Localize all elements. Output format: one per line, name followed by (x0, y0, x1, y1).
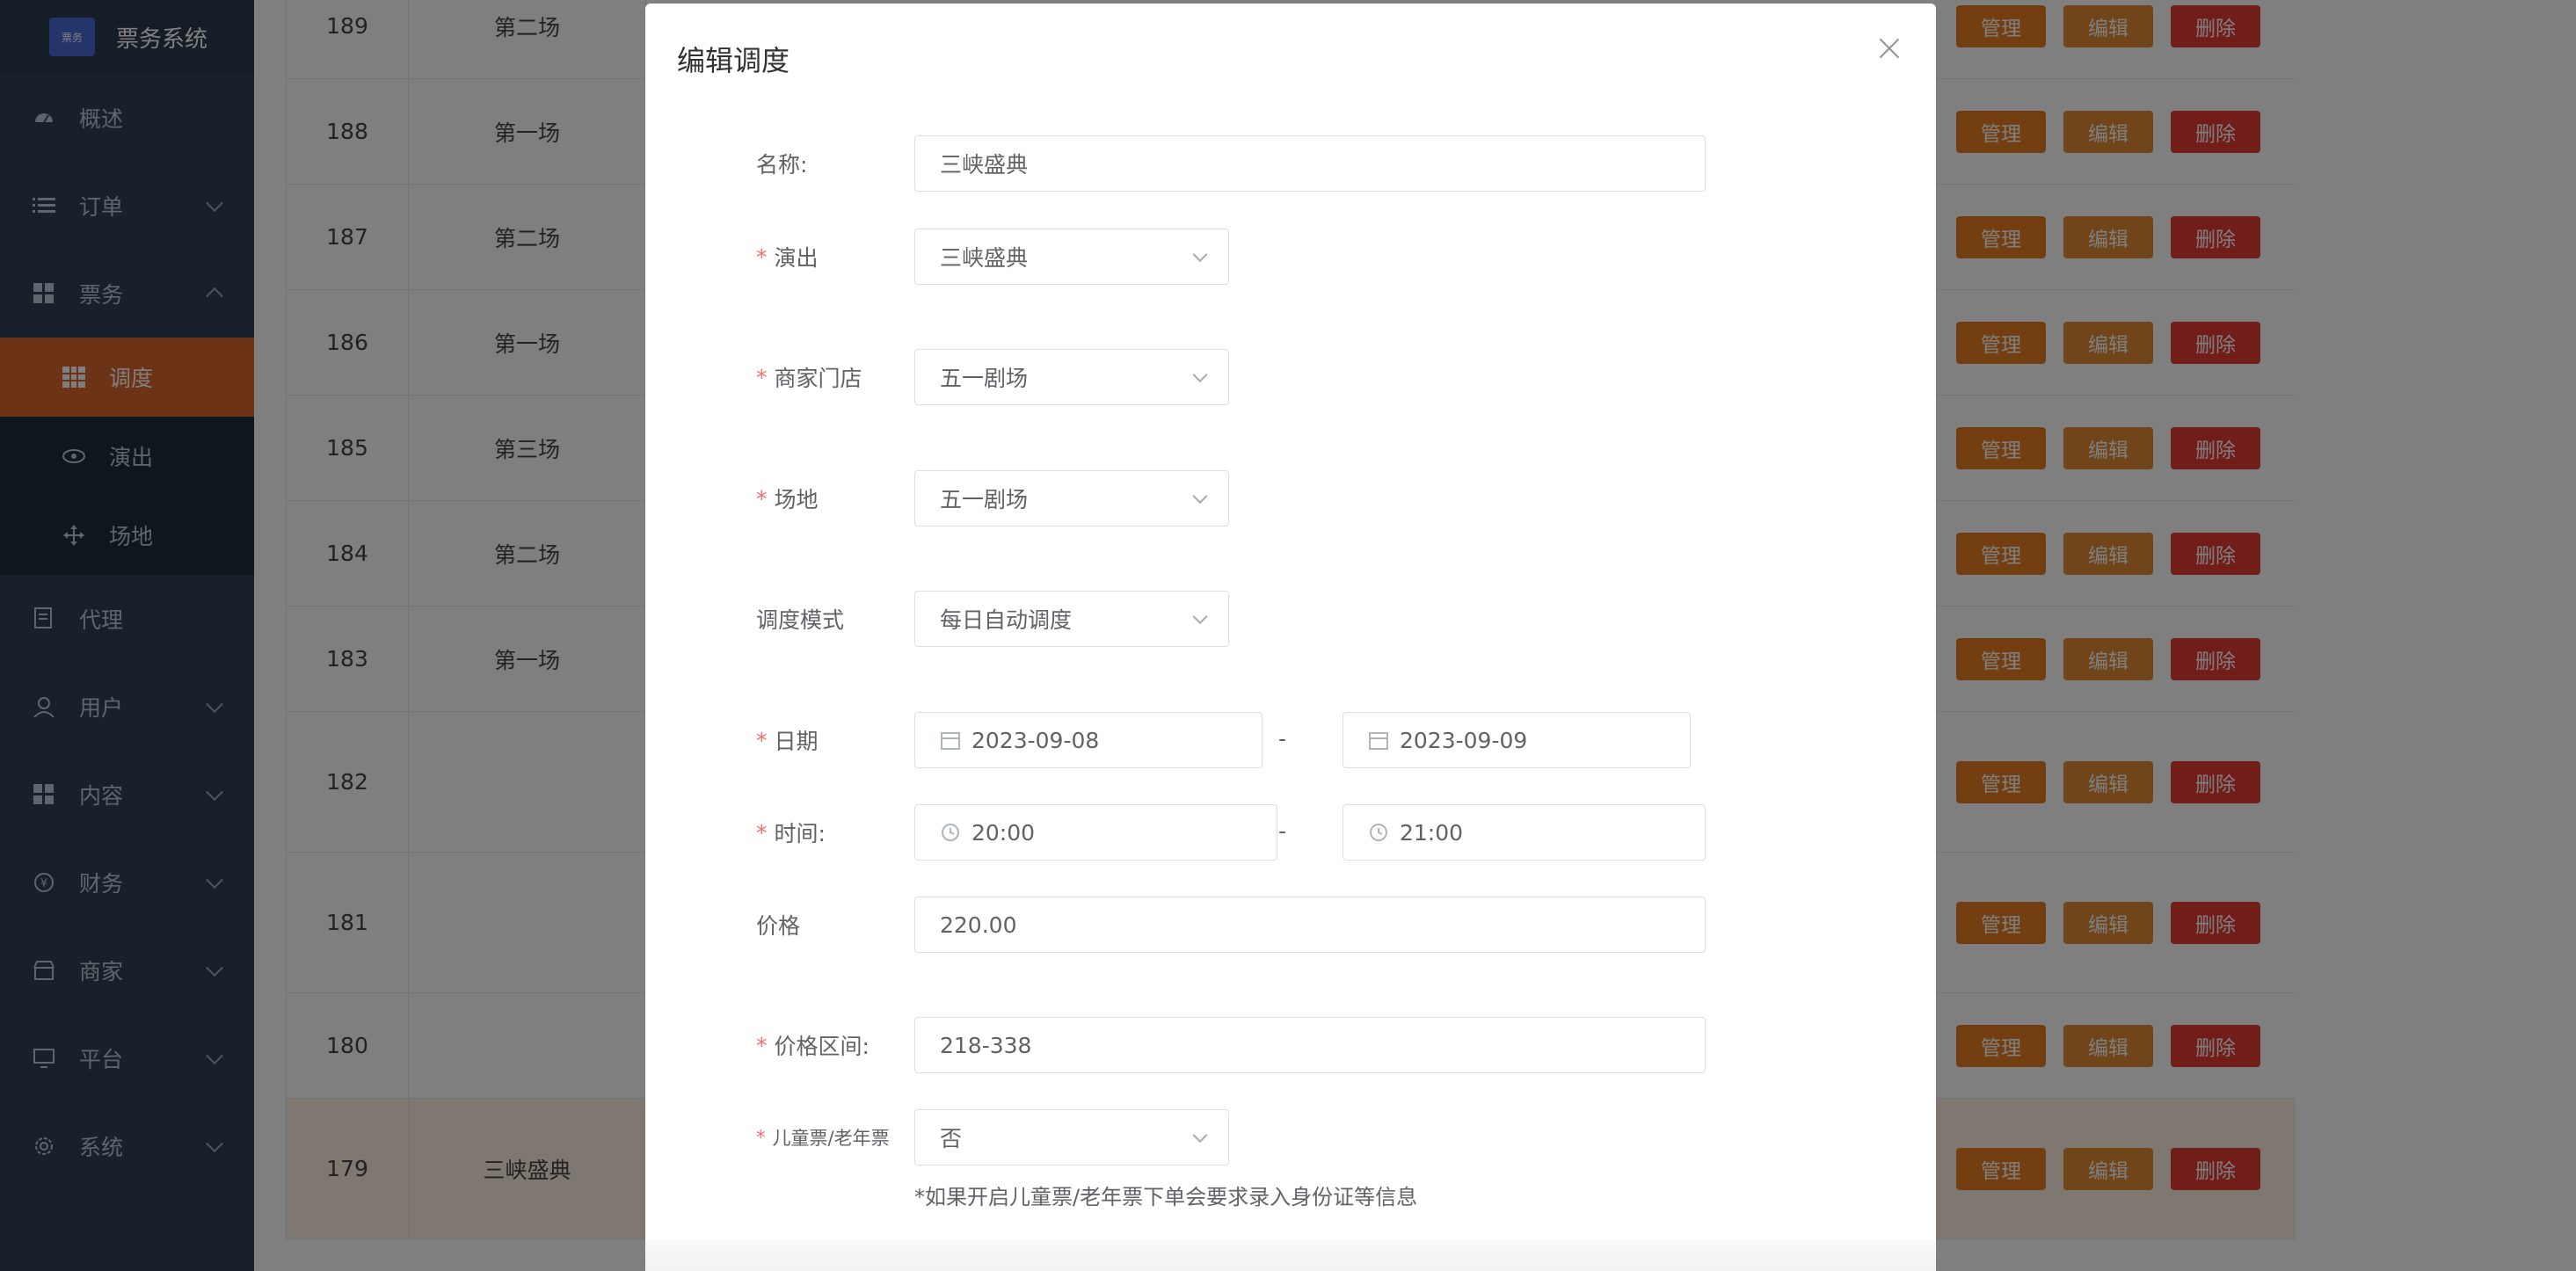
end-time-input[interactable]: 21:00 (1343, 804, 1706, 861)
show-select[interactable]: 三峡盛典 (914, 229, 1229, 285)
clock-icon (1368, 822, 1389, 843)
mode-label: 调度模式 (756, 607, 845, 633)
venue-label: * 场地 (756, 485, 819, 513)
calendar-icon (940, 730, 961, 751)
calendar-icon (1368, 730, 1389, 751)
chevron-down-icon (1192, 1128, 1208, 1144)
price-label: 价格 (756, 913, 801, 939)
show-label: * 演出 (756, 243, 819, 272)
child-ticket-select[interactable]: 否 (914, 1109, 1229, 1166)
child-ticket-hint: *如果开启儿童票/老年票下单会要求录入身份证等信息 (914, 1185, 1418, 1209)
date-separator: - (1278, 726, 1287, 752)
child-ticket-label: * 儿童票/老年票 (756, 1127, 890, 1149)
edit-schedule-dialog: 编辑调度 名称: 三峡盛典 * 演出 三峡盛典 * 商家门店 五一剧场 * 场地 五一… (645, 4, 1936, 1271)
close-icon[interactable] (1876, 35, 1903, 62)
name-label: 名称: (756, 152, 808, 178)
chevron-down-icon (1192, 609, 1208, 625)
price-range-input[interactable]: 218-338 (914, 1017, 1706, 1073)
price-range-label: * 价格区间: (756, 1032, 870, 1060)
price-input[interactable]: 220.00 (914, 897, 1706, 953)
venue-select[interactable]: 五一剧场 (914, 470, 1229, 527)
clock-icon (940, 822, 961, 843)
date-label: * 日期 (756, 727, 819, 755)
time-separator: - (1278, 818, 1287, 844)
start-time-input[interactable]: 20:00 (914, 804, 1277, 861)
time-label: * 时间: (756, 819, 826, 847)
store-label: * 商家门店 (756, 364, 862, 392)
dialog-footer-fade (645, 1239, 1936, 1271)
end-date-input[interactable]: 2023-09-09 (1343, 712, 1691, 768)
start-date-input[interactable]: 2023-09-08 (914, 712, 1263, 768)
name-input[interactable]: 三峡盛典 (914, 135, 1706, 192)
chevron-down-icon (1192, 367, 1208, 383)
store-select[interactable]: 五一剧场 (914, 349, 1229, 405)
chevron-down-icon (1192, 489, 1208, 505)
chevron-down-icon (1192, 247, 1208, 263)
mode-select[interactable]: 每日自动调度 (914, 591, 1229, 647)
dialog-title: 编辑调度 (677, 44, 790, 77)
